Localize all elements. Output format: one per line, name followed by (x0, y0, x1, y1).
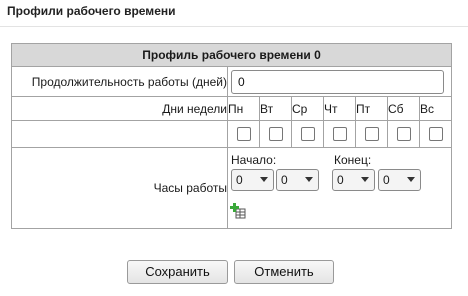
page-title: Профили рабочего времени (7, 4, 176, 18)
day-sat-checkbox[interactable] (396, 127, 411, 142)
day-wed-checkbox[interactable] (300, 127, 315, 142)
day-tue-label: Вт (259, 96, 292, 121)
add-interval-icon[interactable] (230, 203, 246, 219)
day-fri-checkbox[interactable] (364, 127, 379, 142)
day-sun-label: Вс (419, 96, 452, 121)
chevron-down-icon (260, 177, 268, 182)
day-mon-label: Пн (227, 96, 260, 121)
chevron-down-icon (305, 177, 313, 182)
start-minute-select[interactable]: 0 (276, 169, 319, 191)
end-label: Конец: (334, 153, 372, 167)
day-sat-label: Сб (387, 96, 420, 121)
day-sun-checkbox[interactable] (428, 127, 443, 142)
start-label: Начало: (231, 153, 277, 167)
end-minute-select[interactable]: 0 (378, 169, 421, 191)
profile-header: Профиль рабочего времени 0 (11, 43, 452, 67)
day-fri-label: Пт (355, 96, 388, 121)
duration-cell (227, 66, 452, 97)
day-wed-label: Ср (291, 96, 324, 121)
title-divider (0, 26, 468, 27)
day-thu-checkbox[interactable] (332, 127, 347, 142)
work-hours-cell: Начало: Конец: 0 0 0 0 (227, 147, 452, 229)
save-button[interactable]: Сохранить (127, 260, 228, 284)
day-thu-label: Чт (323, 96, 356, 121)
start-hour-select[interactable]: 0 (231, 169, 274, 191)
duration-input[interactable] (231, 69, 444, 94)
weekdays-empty-cell (11, 120, 228, 148)
work-hours-label: Часы работы (11, 147, 228, 229)
weekdays-label: Дни недели (11, 96, 228, 121)
chevron-down-icon (361, 177, 369, 182)
cancel-button[interactable]: Отменить (234, 260, 334, 284)
end-hour-select[interactable]: 0 (332, 169, 375, 191)
duration-label: Продолжительность работы (дней) (11, 66, 228, 97)
profile-table: Профиль рабочего времени 0 Продолжительн… (11, 43, 452, 229)
day-tue-checkbox[interactable] (268, 127, 283, 142)
day-mon-checkbox[interactable] (236, 127, 251, 142)
chevron-down-icon (407, 177, 415, 182)
